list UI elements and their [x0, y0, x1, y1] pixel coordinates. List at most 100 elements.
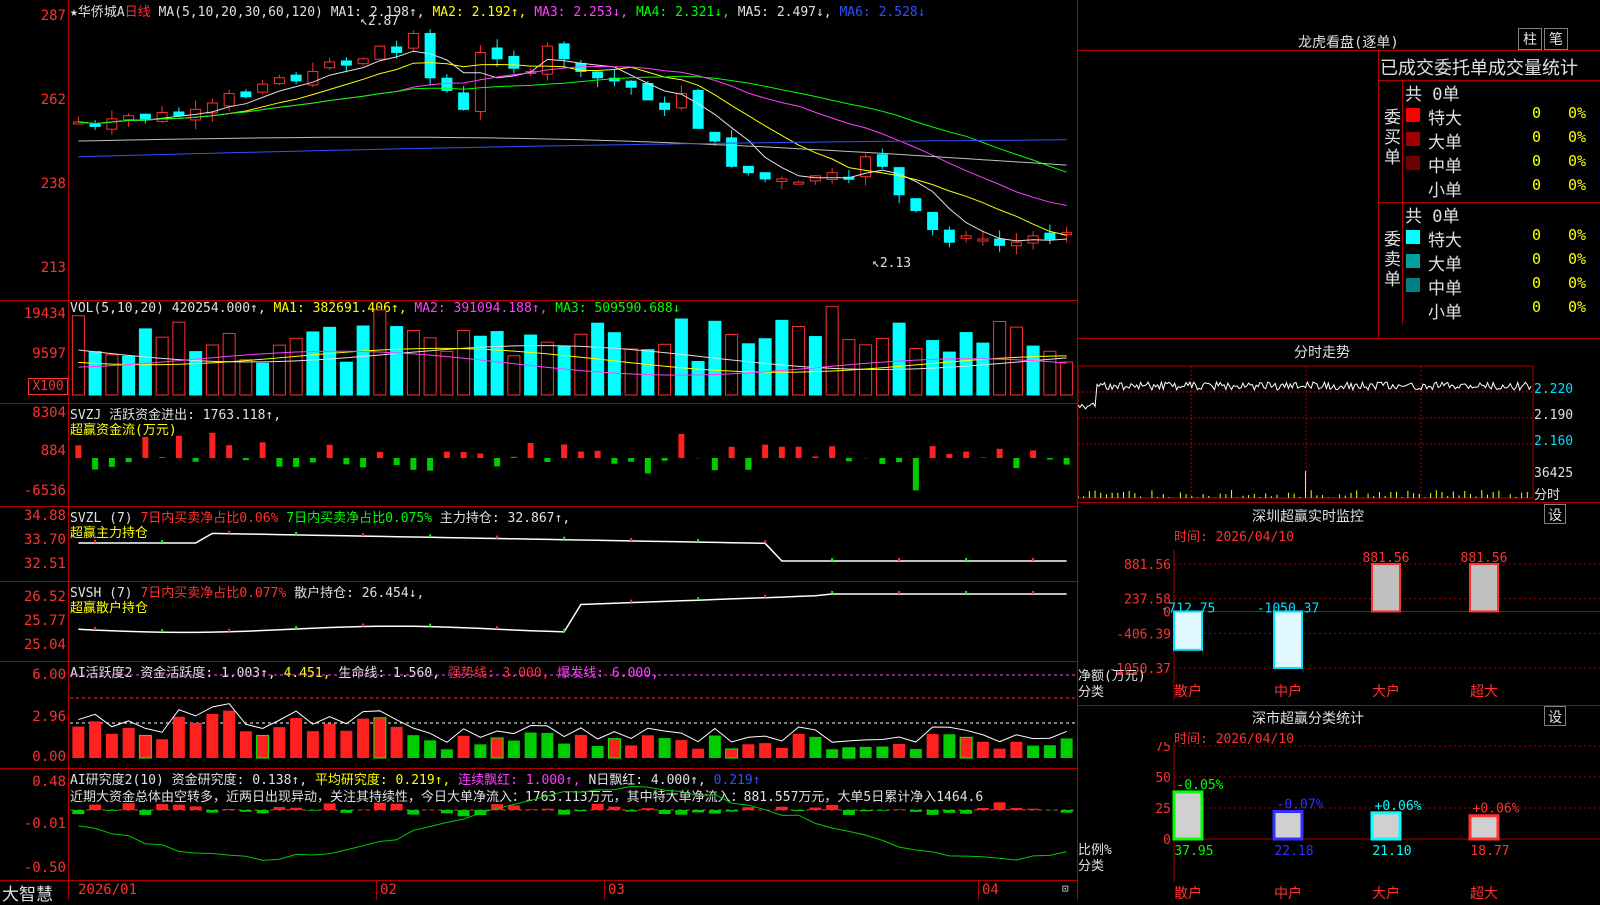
activity-bar: [290, 718, 302, 758]
svsh-tick: 25.77: [0, 613, 66, 629]
fund-flow-bar: [913, 458, 919, 490]
fund-flow-bar: [226, 445, 232, 458]
activity-bar: [106, 734, 118, 758]
activity-bar: [424, 740, 436, 758]
activity-bar: [575, 735, 587, 758]
activity-bar: [458, 736, 470, 758]
volume-bar: [307, 332, 319, 395]
kline-area[interactable]: ★华侨城A日线 MA(5,10,20,30,60,120) MA1: 2.198…: [0, 0, 1077, 900]
research-bar: [742, 807, 754, 810]
svzl-chart: [70, 506, 1075, 581]
holding-tick: [898, 591, 900, 594]
sell-row-label: 特大: [1428, 226, 1462, 251]
research-bar: [977, 808, 989, 810]
volume-bar: [893, 323, 905, 395]
svsh-tick: 26.52: [0, 589, 66, 605]
activity-bar: [541, 733, 553, 758]
fund-flow-bar: [879, 458, 885, 464]
classify-change-label: -0.05%: [1177, 778, 1224, 793]
holding-tick: [630, 600, 632, 603]
fund-flow-bar: [427, 458, 433, 471]
activity-bar: [474, 744, 486, 758]
holding-tick: [295, 626, 297, 629]
fund-flow-bar: [109, 458, 115, 467]
bar-mode-button[interactable]: 柱: [1518, 28, 1542, 50]
svsh-chart: [70, 581, 1075, 661]
fund-flow-bar: [745, 458, 751, 470]
sell-row-count: 0: [1532, 250, 1541, 268]
holding-tick: [1032, 591, 1034, 594]
svsh-panel[interactable]: SVSH (7) 7日内买卖净占比0.077% 散户持仓: 26.454↓, 超…: [0, 581, 1077, 662]
volume-bar: [123, 356, 135, 395]
fund-flow-bar: [1030, 450, 1036, 458]
candlestick-chart[interactable]: [70, 0, 1075, 300]
activity-bar: [72, 727, 84, 758]
holding-tick: [429, 534, 431, 537]
research-bar: [307, 810, 319, 811]
buy-color-swatch: [1406, 156, 1420, 170]
divider: [1078, 338, 1600, 339]
fund-flow-bar: [528, 443, 534, 458]
intraday-chart[interactable]: [1078, 362, 1600, 502]
vol-tick: 19434: [0, 306, 66, 322]
research-bar: [726, 810, 738, 812]
holding-tick: [161, 629, 163, 632]
fund-flow-bar: [75, 445, 81, 458]
fund-flow-bar: [544, 458, 550, 462]
buy-row-count: 0: [1532, 104, 1541, 122]
volume-bar: [407, 331, 419, 395]
intraday-vol-tick: 36425: [1534, 466, 1573, 481]
research-bar: [458, 810, 470, 816]
research-bar: [642, 808, 654, 810]
candle-body: [626, 81, 636, 87]
candle-body: [375, 46, 385, 59]
holding-tick: [496, 536, 498, 539]
volume-panel[interactable]: VOL(5,10,20) 420254.000↑, MA1: 382691.40…: [0, 300, 1077, 404]
research-bar: [290, 808, 302, 810]
lock-icon[interactable]: ⊡: [1062, 882, 1069, 895]
classify-change-label: -0.07%: [1277, 797, 1324, 812]
holding-tick: [630, 538, 632, 541]
candle-body: [710, 132, 720, 141]
price-panel[interactable]: ★华侨城A日线 MA(5,10,20,30,60,120) MA1: 2.198…: [0, 0, 1077, 301]
candle-body: [727, 138, 737, 166]
ai-research-tick: -0.01: [0, 816, 66, 832]
research-bar: [190, 806, 202, 810]
svzl-panel[interactable]: SVZL (7) 7日内买卖净占比0.06% 7日内买卖净占比0.075% 主力…: [0, 506, 1077, 582]
holding-line: [78, 594, 1066, 632]
ai-active-panel[interactable]: AI活跃度2 资金活跃度: 1.003↑, 4.451, 生命线: 1.560,…: [0, 661, 1077, 769]
candle-body: [944, 230, 954, 242]
classify-category: 散户: [1174, 885, 1202, 900]
fund-flow-bar: [126, 458, 132, 462]
activity-bar: [525, 733, 537, 758]
svzj-panel[interactable]: SVZJ 活跃资金进出: 1763.118↑, 超赢资金流(万元) 8304 8…: [0, 403, 1077, 507]
volume-bar: [424, 338, 436, 395]
volume-bar: [491, 332, 503, 395]
ma-line: [78, 67, 1066, 206]
ai-research-panel[interactable]: AI研究度2(10) 资金研究度: 0.138↑, 平均研究度: 0.219↑,…: [0, 768, 1077, 881]
intraday-tick: 2.220: [1534, 382, 1573, 397]
volume-bar: [558, 347, 570, 395]
classify-xlabel: 分类: [1078, 859, 1104, 874]
fund-flow-bar: [477, 454, 483, 458]
tick-mode-button[interactable]: 笔: [1544, 28, 1568, 50]
activity-bar: [742, 744, 754, 758]
research-bar: [793, 810, 805, 811]
research-bar: [1061, 810, 1073, 813]
volume-bar: [139, 329, 151, 395]
volume-bar: [156, 337, 168, 395]
sell-row-count: 0: [1532, 226, 1541, 244]
fenshi-title: 分时走势: [1294, 342, 1350, 362]
research-bar: [391, 804, 403, 810]
fund-flow-bar: [159, 457, 165, 458]
divider: [1402, 80, 1403, 202]
candle-body: [325, 62, 335, 68]
activity-bar: [206, 714, 218, 758]
date-axis: 大智慧 2026/01 02 03 04 ⊡: [0, 880, 1077, 900]
sell-row-pct: 0%: [1568, 274, 1586, 292]
volume-bar: [340, 362, 352, 395]
research-bar: [89, 805, 101, 810]
classify-settings-button[interactable]: 设: [1544, 706, 1566, 726]
candle-body: [693, 90, 703, 128]
monitor-settings-button[interactable]: 设: [1544, 504, 1566, 524]
